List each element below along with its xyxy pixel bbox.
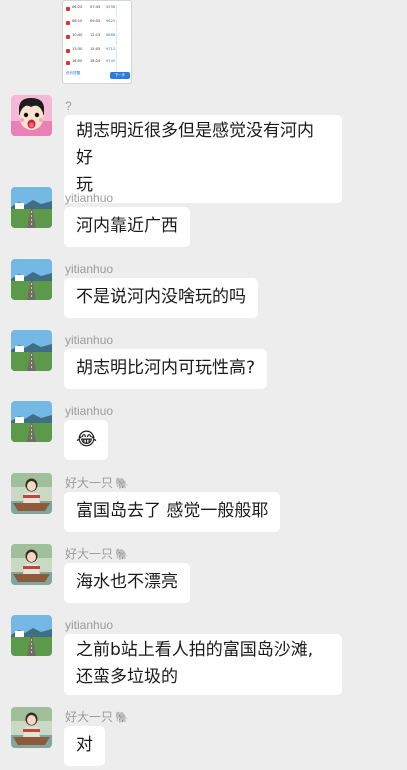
sender-name: yitianhuo	[65, 333, 114, 347]
elephant-icon: 🐘	[115, 712, 129, 724]
road-landscape-avatar[interactable]	[11, 401, 52, 442]
tears-of-joy-emoji-icon: 😂	[76, 429, 98, 450]
road-landscape-avatar[interactable]	[11, 330, 52, 371]
elephant-icon: 🐘	[115, 478, 129, 490]
shared-image-thumbnail[interactable]: 06:20 07:45 ¥598 08:10 09:55 ¥620 10:40 …	[62, 0, 132, 84]
boat-girl-avatar[interactable]	[11, 544, 52, 585]
road-landscape-avatar[interactable]	[11, 615, 52, 656]
message-text: 胡志明近很多但是感觉没有河内好	[76, 121, 314, 168]
message-text: 河内靠近广西	[76, 216, 178, 236]
message-bubble[interactable]: 胡志明比河内可玩性高?	[64, 349, 268, 389]
message-bubble[interactable]: 海水也不漂亮	[64, 563, 190, 603]
road-landscape-avatar[interactable]	[11, 187, 52, 228]
message-text: 不是说河内没啥玩的吗	[76, 287, 246, 307]
message-bubble[interactable]: 之前b站上看人拍的富国岛沙滩, 还蛮多垃圾的	[64, 634, 342, 695]
next-step-button: 下一步	[110, 72, 130, 79]
message-bubble[interactable]: 对	[64, 726, 105, 766]
flight-row: 06:20 07:45 ¥598	[66, 5, 130, 19]
message-text: 之前b站上看人拍的富国岛沙滩,	[76, 640, 314, 660]
sender-name: yitianhuo	[65, 618, 114, 632]
sender-name: 好大一只 🐘	[65, 476, 129, 490]
elephant-icon: 🐘	[115, 549, 129, 561]
sender-name: 好大一只 🐘	[65, 710, 129, 724]
sender-name: yitianhuo	[65, 404, 114, 418]
message-bubble[interactable]: 不是说河内没啥玩的吗	[64, 278, 258, 318]
road-landscape-avatar[interactable]	[11, 259, 52, 300]
message-bubble[interactable]: 胡志明近很多但是感觉没有河内好 玩	[64, 115, 342, 203]
message-text: 胡志明比河内可玩性高?	[76, 358, 256, 378]
sender-name: 好大一只 🐘	[65, 547, 129, 561]
message-bubble[interactable]: 😂	[64, 420, 108, 460]
boat-girl-avatar[interactable]	[11, 707, 52, 748]
message-bubble[interactable]: 河内靠近广西	[64, 207, 190, 247]
message-text: 还蛮多垃圾的	[76, 667, 178, 687]
sender-name: yitianhuo	[65, 191, 114, 205]
low-price-alert-label: 低价提醒	[66, 71, 81, 75]
boat-girl-avatar[interactable]	[11, 473, 52, 514]
message-text: 富国岛去了 感觉一般般耶	[76, 501, 269, 521]
flight-row: 08:10 09:55 ¥620	[66, 19, 130, 33]
flight-row: 10:40 12:15 ¥688	[66, 33, 130, 47]
message-text: 对	[76, 735, 93, 755]
message-text: 玩	[76, 175, 93, 195]
sender-name: yitianhuo	[65, 262, 114, 276]
sender-name: ?	[65, 99, 72, 113]
message-bubble[interactable]: 富国岛去了 感觉一般般耶	[64, 492, 281, 532]
message-text: 海水也不漂亮	[76, 572, 178, 592]
cartoon-avatar[interactable]	[11, 95, 52, 136]
